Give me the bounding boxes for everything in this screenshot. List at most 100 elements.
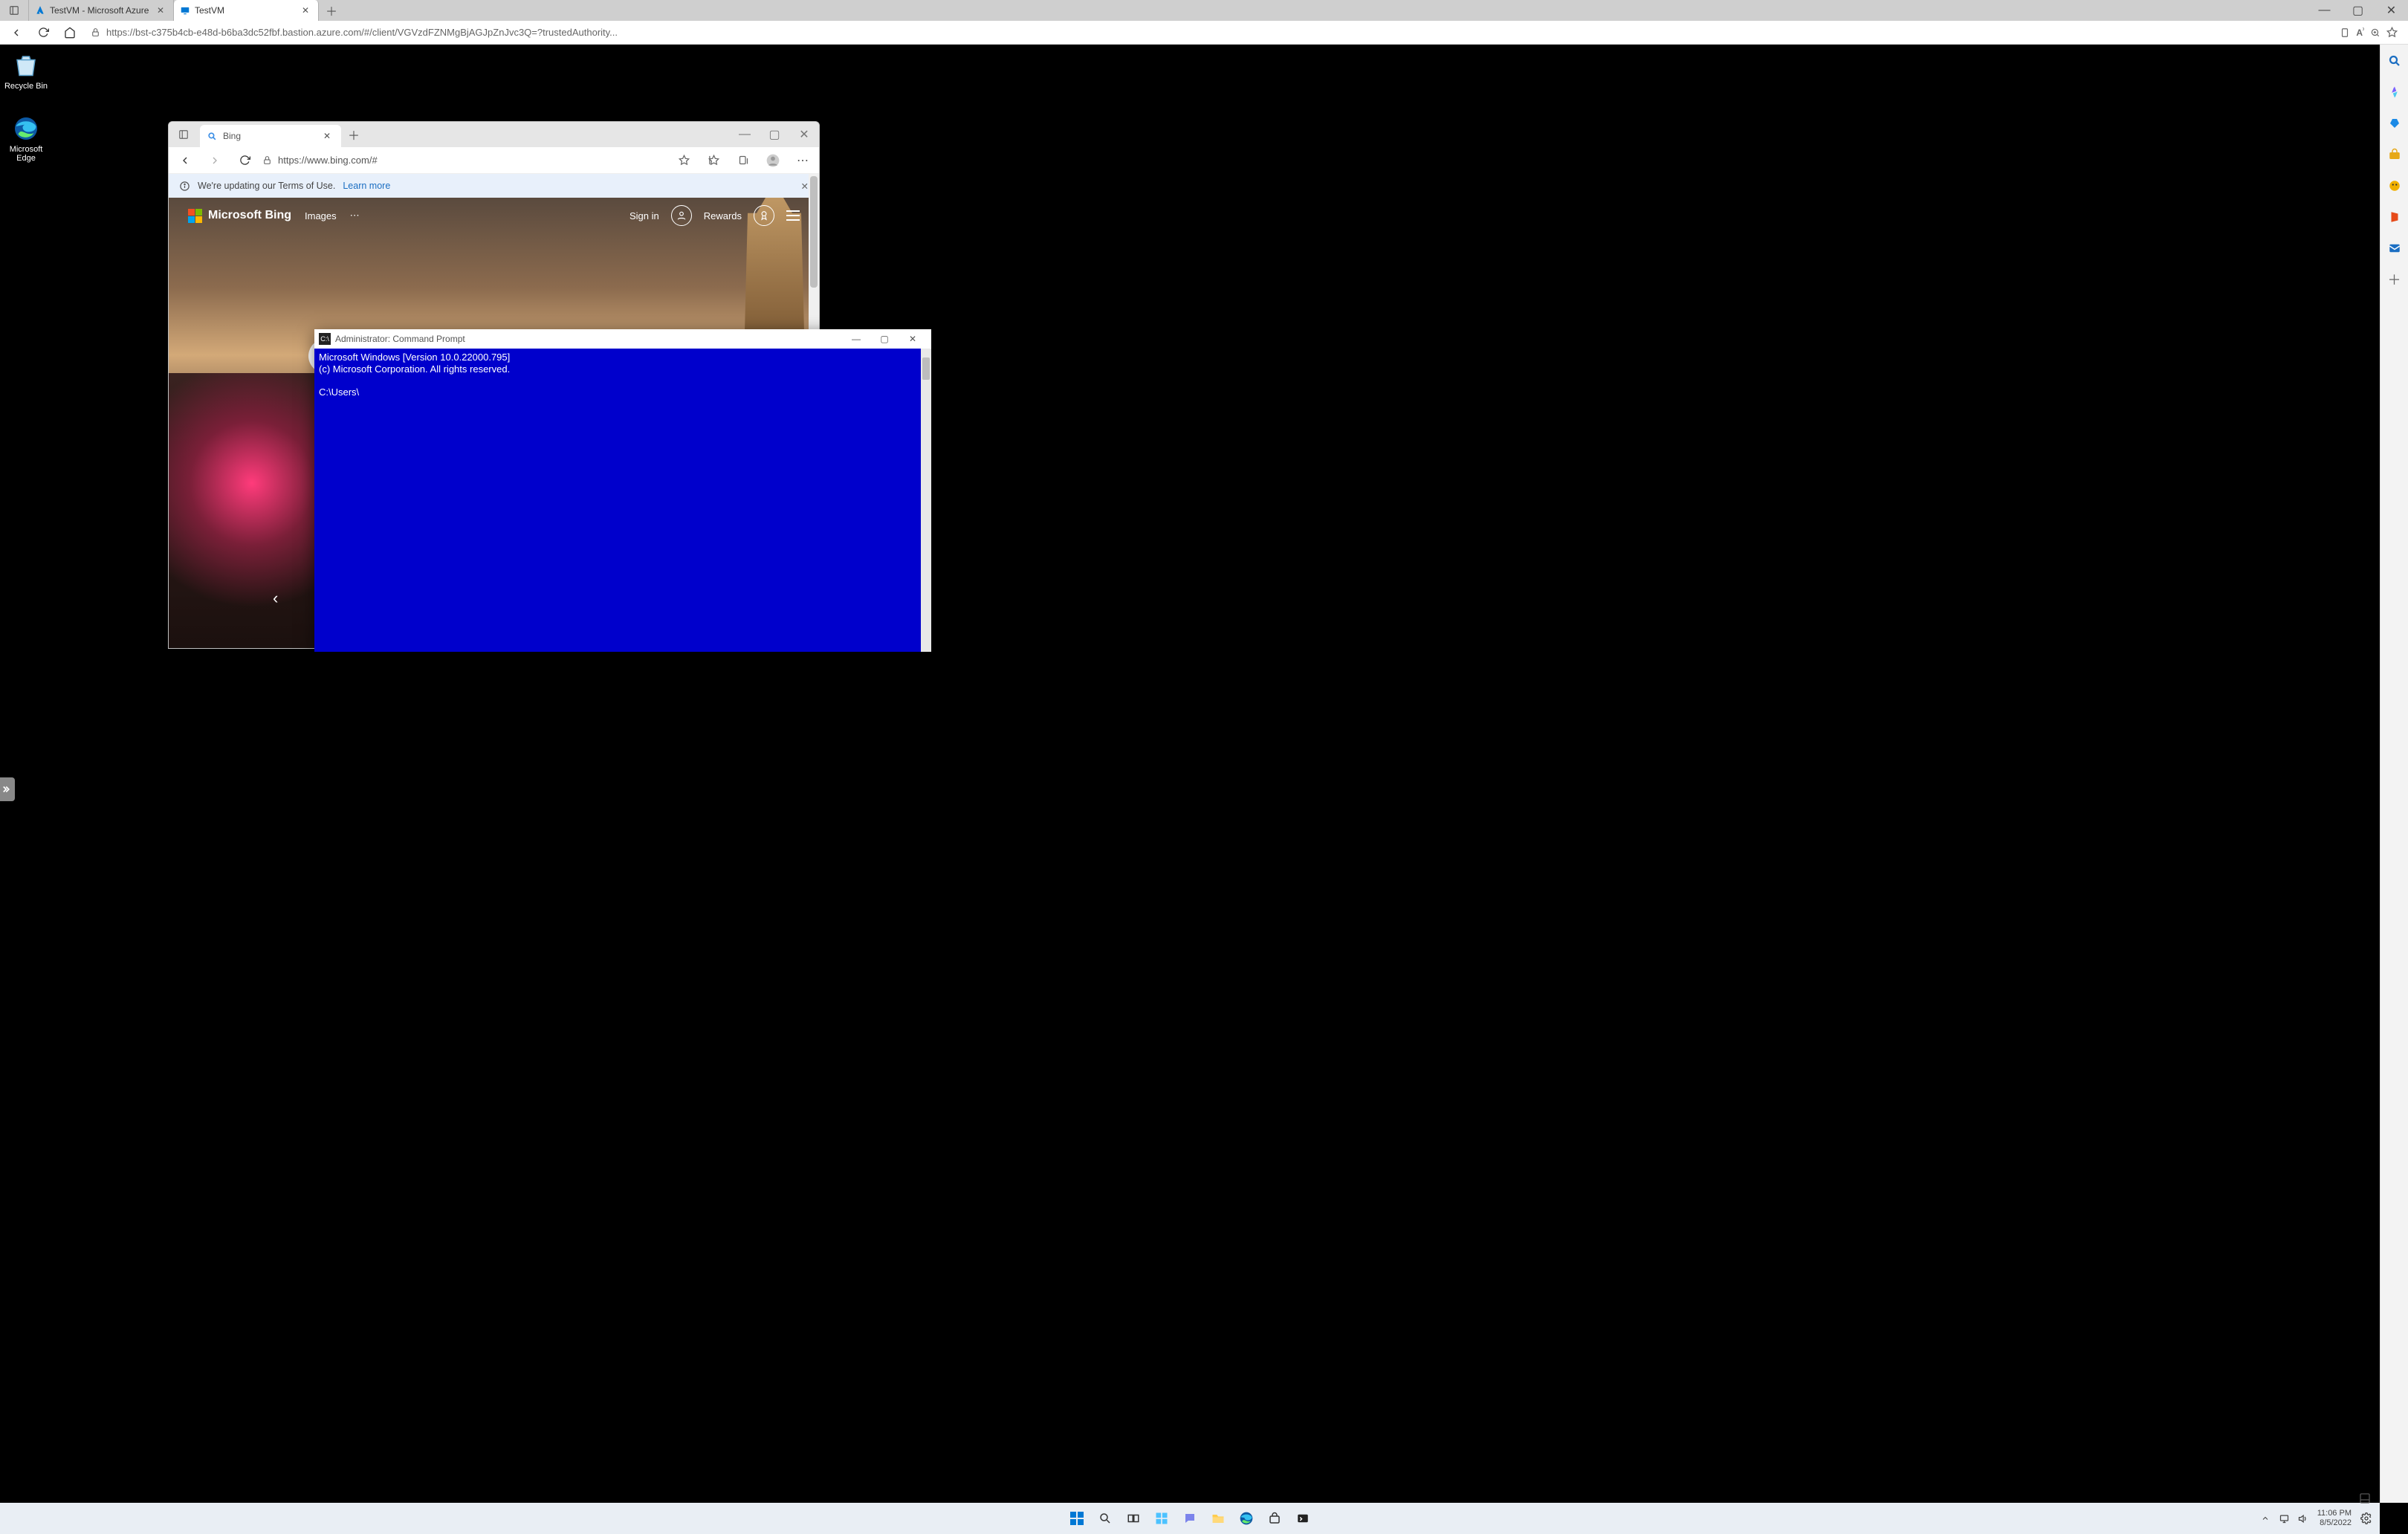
profile-icon[interactable] xyxy=(761,149,785,172)
refresh-button[interactable] xyxy=(31,21,55,45)
edge-taskbar-button[interactable] xyxy=(1235,1507,1258,1530)
hamburger-icon[interactable] xyxy=(786,210,800,221)
cmd-output[interactable]: Microsoft Windows [Version 10.0.22000.79… xyxy=(314,349,931,652)
scrollbar-thumb[interactable] xyxy=(922,357,930,380)
learn-more-link[interactable]: Learn more xyxy=(343,181,390,191)
maximize-button[interactable]: ▢ xyxy=(2341,0,2375,21)
taskbar-tray: 11:06 PM 8/5/2022 xyxy=(2261,1509,2380,1528)
more-icon[interactable]: ⋯ xyxy=(791,149,815,172)
new-tab-button[interactable]: ＋ xyxy=(319,0,344,21)
close-icon[interactable]: ✕ xyxy=(320,131,334,141)
refresh-button[interactable] xyxy=(233,149,256,172)
close-button[interactable]: ✕ xyxy=(789,122,819,147)
collections-icon[interactable] xyxy=(731,149,755,172)
cmd-line: Microsoft Windows [Version 10.0.22000.79… xyxy=(319,352,510,363)
prev-image-button[interactable]: ‹ xyxy=(273,589,278,608)
inner-address-bar[interactable]: https://www.bing.com/# xyxy=(262,155,666,166)
lock-icon xyxy=(262,155,272,165)
store-button[interactable] xyxy=(1263,1507,1286,1530)
desktop-icon-recycle-bin[interactable]: Recycle Bin xyxy=(0,52,52,91)
desktop-icon-label: Recycle Bin xyxy=(0,82,52,91)
file-explorer-button[interactable] xyxy=(1207,1507,1229,1530)
close-button[interactable]: ✕ xyxy=(2375,0,2408,21)
minimize-button[interactable]: ― xyxy=(730,122,760,147)
sidebar-office-icon[interactable] xyxy=(2387,210,2402,224)
cmd-icon: C:\ xyxy=(319,333,331,345)
tray-chevron-icon[interactable] xyxy=(2261,1514,2270,1523)
outer-edge-window: TestVM - Microsoft Azure ✕ TestVM ✕ ＋ ― … xyxy=(0,0,2408,1534)
minimize-button[interactable]: ― xyxy=(2308,0,2341,21)
info-icon xyxy=(179,181,190,192)
chat-button[interactable] xyxy=(1179,1507,1201,1530)
outer-address-bar[interactable]: https://bst-c375b4cb-e48d-b6ba3dc52fbf.b… xyxy=(85,23,2404,42)
maximize-button[interactable]: ▢ xyxy=(870,334,899,344)
back-button[interactable] xyxy=(173,149,197,172)
inner-tab-actions-button[interactable] xyxy=(169,122,198,147)
taskbar-search-button[interactable] xyxy=(1094,1507,1116,1530)
taskbar-clock[interactable]: 11:06 PM 8/5/2022 xyxy=(2317,1509,2352,1528)
terminal-taskbar-button[interactable] xyxy=(1292,1507,1314,1530)
outer-tab-testvm[interactable]: TestVM ✕ xyxy=(174,0,319,21)
nav-more-icon[interactable]: ⋯ xyxy=(350,210,360,221)
taskbar-center xyxy=(1066,1507,1314,1530)
bastion-expand-handle[interactable] xyxy=(0,777,15,801)
avatar-icon[interactable] xyxy=(671,205,692,226)
cmd-window-controls: ― ▢ ✕ xyxy=(842,334,927,344)
favorites-bar-icon[interactable] xyxy=(702,149,725,172)
remote-taskbar: 11:06 PM 8/5/2022 xyxy=(0,1503,2380,1534)
close-button[interactable]: ✕ xyxy=(899,334,927,344)
rewards-link[interactable]: Rewards xyxy=(704,210,742,221)
maximize-button[interactable]: ▢ xyxy=(760,122,789,147)
inner-tab-bing[interactable]: Bing ✕ xyxy=(200,125,341,147)
recycle-bin-icon xyxy=(13,52,39,79)
sidebar-search-icon[interactable] xyxy=(2387,54,2402,68)
tab-label: TestVM - Microsoft Azure xyxy=(50,5,149,16)
sidebar-games-icon[interactable] xyxy=(2387,178,2402,193)
tab-actions-button[interactable] xyxy=(0,0,29,21)
sidebar-discover-icon[interactable] xyxy=(2387,85,2402,100)
back-button[interactable] xyxy=(4,21,28,45)
desktop-icon-edge[interactable]: Microsoft Edge xyxy=(0,115,52,163)
close-icon[interactable]: ✕ xyxy=(299,5,312,16)
azure-icon xyxy=(35,5,45,16)
outer-tab-azure[interactable]: TestVM - Microsoft Azure ✕ xyxy=(29,0,174,21)
inner-new-tab-button[interactable]: ＋ xyxy=(341,122,366,147)
volume-icon[interactable] xyxy=(2297,1513,2308,1524)
sidebar-tools-icon[interactable] xyxy=(2387,147,2402,162)
zoom-icon[interactable] xyxy=(2370,27,2381,38)
edge-icon xyxy=(13,115,39,142)
url-text: https://www.bing.com/# xyxy=(278,155,378,166)
close-icon[interactable]: ✕ xyxy=(154,5,167,16)
task-view-button[interactable] xyxy=(1122,1507,1145,1530)
start-button[interactable] xyxy=(1066,1507,1088,1530)
widgets-button[interactable] xyxy=(1150,1507,1173,1530)
sidebar-outlook-icon[interactable] xyxy=(2387,241,2402,256)
paste-go-icon[interactable] xyxy=(2340,27,2350,38)
terms-notice-bar: We're updating our Terms of Use. Learn m… xyxy=(169,174,819,198)
home-button[interactable] xyxy=(58,21,82,45)
favorite-icon[interactable] xyxy=(2386,27,2398,38)
minimize-button[interactable]: ― xyxy=(842,334,870,344)
shelf-toggle-icon[interactable] xyxy=(2359,1492,2371,1504)
read-aloud-icon[interactable]: A⁾ xyxy=(2356,27,2364,38)
lock-icon xyxy=(91,27,100,37)
signin-link[interactable]: Sign in xyxy=(629,210,659,221)
network-icon[interactable] xyxy=(2279,1513,2290,1524)
outer-content: Recycle Bin Microsoft Edge Bing ✕ xyxy=(0,45,2408,1534)
bing-logo[interactable]: Microsoft Bing xyxy=(188,209,291,223)
rewards-icon[interactable] xyxy=(754,205,774,226)
forward-button[interactable] xyxy=(203,149,227,172)
sidebar-shopping-icon[interactable] xyxy=(2387,116,2402,131)
cmd-scrollbar[interactable] xyxy=(921,349,931,652)
clock-date: 8/5/2022 xyxy=(2317,1518,2352,1528)
close-notice-button[interactable]: ✕ xyxy=(801,181,809,192)
windows-icon xyxy=(1070,1512,1084,1525)
desktop-icon-label: Microsoft Edge xyxy=(0,145,52,163)
scrollbar-thumb[interactable] xyxy=(810,176,818,288)
nav-images-link[interactable]: Images xyxy=(305,210,337,221)
favorite-icon[interactable] xyxy=(672,149,696,172)
settings-icon[interactable] xyxy=(2360,1512,2372,1524)
remote-desktop[interactable]: Recycle Bin Microsoft Edge Bing ✕ xyxy=(0,45,2380,1534)
cmd-titlebar[interactable]: C:\ Administrator: Command Prompt ― ▢ ✕ xyxy=(314,329,931,349)
sidebar-add-icon[interactable]: ＋ xyxy=(2387,272,2402,287)
